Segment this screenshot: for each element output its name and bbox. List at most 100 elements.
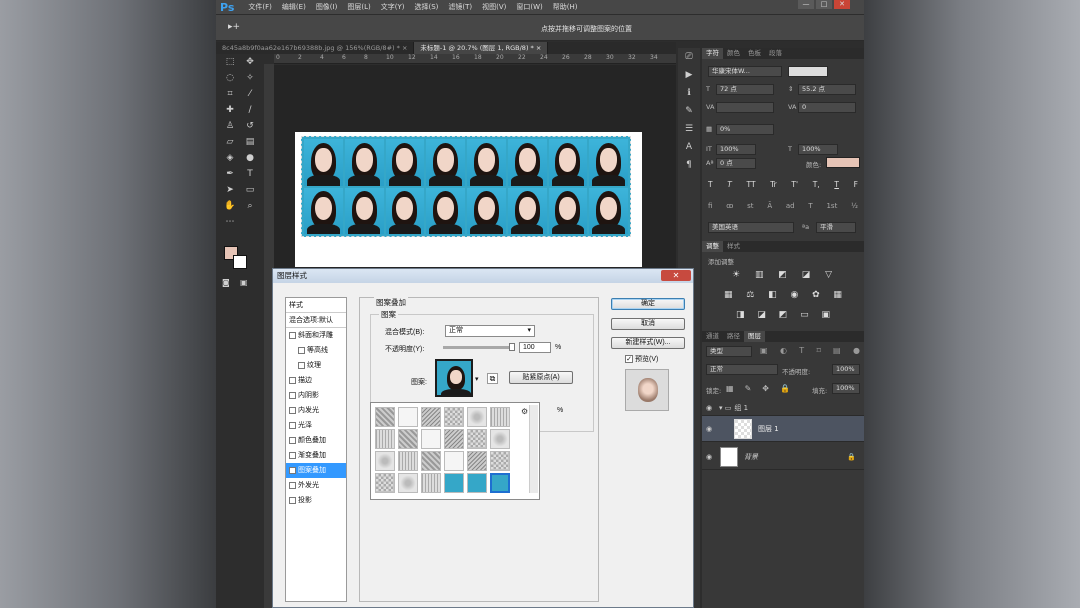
channel-mixer-icon[interactable]: ✿ [812,290,820,300]
pattern-swatch[interactable] [421,451,441,471]
ligature-icon[interactable]: fi [708,202,712,210]
style-item[interactable]: 光泽 [286,418,346,433]
style-item[interactable]: 内发光 [286,403,346,418]
small-caps-button[interactable]: Tr [770,180,777,189]
titling-icon[interactable]: T [808,202,812,210]
background-color-swatch[interactable] [233,255,247,269]
tab-adjustments[interactable]: 调整 [702,241,723,252]
style-checkbox[interactable] [289,392,296,399]
tsume-field[interactable]: 0% [716,124,774,135]
layer-row-layer1[interactable]: ◉ 图层 1 [702,416,864,442]
move-tool-preset-icon[interactable]: ▸+ [228,22,240,32]
discretionary-icon[interactable]: ad [786,202,795,210]
lookup-icon[interactable]: ▦ [833,290,842,300]
style-checkbox[interactable] [289,497,296,504]
horizontal-scale-field[interactable]: 100% [798,144,838,155]
quick-mask-icon[interactable]: ◙ [222,278,230,287]
close-icon[interactable]: × [536,44,541,52]
pattern-swatch[interactable] [490,407,510,427]
gradient-map-icon[interactable]: ▭ [800,310,809,320]
fill-field[interactable]: 100% [832,383,860,394]
style-item[interactable]: 外发光 [286,478,346,493]
filter-pixel-icon[interactable]: ▣ [760,346,768,355]
stylistic-icon[interactable]: st [747,202,753,210]
menu-edit[interactable]: 编辑(E) [282,2,306,12]
magic-wand-icon[interactable]: ✧ [242,71,258,85]
menu-type[interactable]: 文字(Y) [381,2,405,12]
style-item[interactable]: 混合选项:默认 [286,313,346,328]
selective-color-icon[interactable]: ▣ [821,310,830,320]
menu-select[interactable]: 选择(S) [414,2,438,12]
style-item[interactable]: 内阴影 [286,388,346,403]
style-checkbox[interactable] [289,437,296,444]
style-checkbox[interactable] [289,482,296,489]
crop-tool-icon[interactable]: ⌗ [222,87,238,101]
faux-bold-button[interactable]: T [708,180,713,189]
layer-row-group[interactable]: ◉ ▾ ▭ 组 1 [702,400,864,416]
layer-blend-mode[interactable]: 正常 [706,364,778,375]
color-balance-icon[interactable]: ⚖ [746,290,754,300]
tab-character[interactable]: 字符 [702,48,723,59]
tab-channels[interactable]: 通道 [702,331,723,342]
picker-scrollbar[interactable] [529,405,538,493]
baseline-field[interactable]: 0 点 [716,158,756,169]
lock-image-icon[interactable]: ✎ [745,384,752,393]
posterize-icon[interactable]: ◪ [757,310,766,320]
faux-italic-button[interactable]: T [727,180,732,189]
move-tool-icon[interactable]: ✥ [242,55,258,69]
pattern-swatch[interactable] [421,473,441,493]
all-caps-button[interactable]: TT [747,180,756,189]
pattern-swatch[interactable] [398,473,418,493]
pattern-swatch-portrait[interactable] [444,473,464,493]
clone-stamp-icon[interactable]: ♙ [222,119,238,133]
lock-transparent-icon[interactable]: ▦ [726,384,734,393]
snap-to-origin-button[interactable]: 贴紧原点(A) [509,371,573,384]
font-family-select[interactable]: 华康宋体W... [708,66,782,77]
exposure-icon[interactable]: ◪ [802,270,811,280]
pattern-swatch[interactable] [467,429,487,449]
style-checkbox[interactable] [289,407,296,414]
dodge-tool-icon[interactable]: ● [242,151,258,165]
style-item[interactable]: 描边 [286,373,346,388]
tracking-field[interactable]: 0 [798,102,856,113]
photo-filter-icon[interactable]: ◉ [790,290,798,300]
blend-mode-select[interactable]: 正常 ▾ [445,325,535,337]
visibility-eye-icon[interactable]: ◉ [702,425,716,433]
opacity-slider-handle[interactable] [509,343,515,351]
dialog-close-button[interactable]: ✕ [661,270,691,281]
layer-row-background[interactable]: ◉ 背景 🔒 [702,444,864,470]
vibrance-icon[interactable]: ▽ [825,270,832,280]
threshold-icon[interactable]: ◩ [779,310,788,320]
properties-icon[interactable]: ℹ [678,84,700,102]
tab-swatches[interactable]: 色板 [744,48,765,59]
lock-position-icon[interactable]: ✥ [762,384,769,393]
subscript-button[interactable]: T, [813,180,820,189]
character-icon[interactable]: A [678,138,700,156]
new-preset-icon[interactable]: ⧉ [487,373,498,384]
close-window-button[interactable]: ✕ [834,0,850,9]
history-brush-icon[interactable]: ↺ [242,119,258,133]
pattern-swatch[interactable] [421,407,441,427]
zoom-tool-icon[interactable]: ⌕ [242,199,258,213]
menu-window[interactable]: 窗口(W) [516,2,542,12]
menu-file[interactable]: 文件(F) [248,2,272,12]
minimize-button[interactable]: — [798,0,814,9]
filter-type-icon[interactable]: T [799,346,804,355]
style-item[interactable]: 颜色叠加 [286,433,346,448]
pattern-swatch[interactable] [375,473,395,493]
tab-document-untitled[interactable]: 未标题-1 @ 20.7% (图层 1, RGB/8) * × [414,42,549,54]
opacity-input[interactable]: 100 [519,342,551,353]
tab-paths[interactable]: 路径 [723,331,744,342]
fraction-icon[interactable]: ½ [851,202,858,210]
style-checkbox[interactable] [289,377,296,384]
swash-icon[interactable]: ꝏ [726,202,733,210]
font-size-field[interactable]: 72 点 [716,84,774,95]
leading-field[interactable]: 55.2 点 [798,84,856,95]
actions-icon[interactable]: ▶ [678,66,700,84]
style-item[interactable]: 斜面和浮雕 [286,328,346,343]
style-checkbox[interactable] [289,452,296,459]
photo-grid[interactable] [301,136,631,237]
filter-toggle-icon[interactable]: ● [853,346,860,355]
pattern-dropdown-icon[interactable]: ▾ [475,375,479,383]
path-select-icon[interactable]: ➤ [222,183,238,197]
